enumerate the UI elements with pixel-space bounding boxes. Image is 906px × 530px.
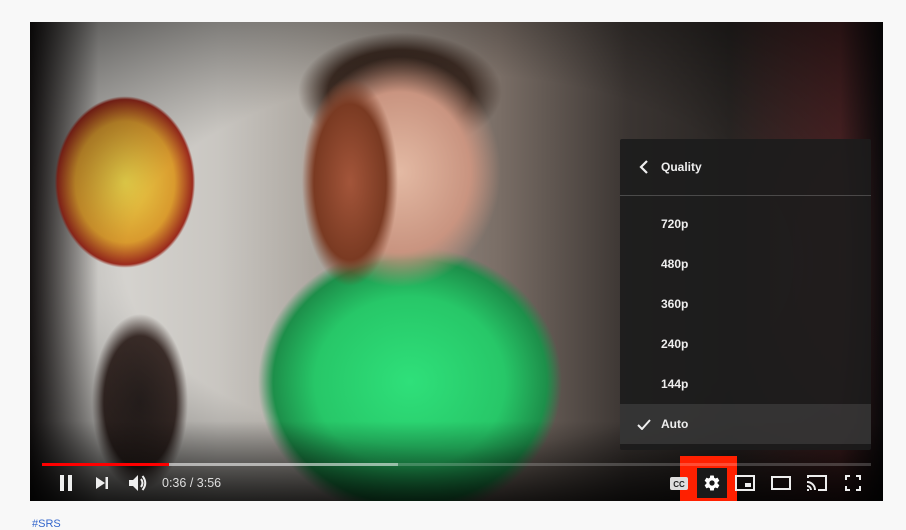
player-controls: 0:36 / 3:56 CC [30,465,883,501]
quality-option-240p[interactable]: 240p [620,324,871,364]
quality-option-label: 240p [661,337,689,351]
miniplayer-icon [735,475,755,491]
quality-options-list: 720p 480p 360p 240p 144p Auto [620,196,871,444]
fullscreen-icon [845,475,861,491]
duration: 3:56 [196,476,222,490]
quality-option-label: 144p [661,377,689,391]
quality-option-label: 720p [661,217,689,231]
fullscreen-button[interactable] [835,465,871,501]
pause-icon [60,475,72,491]
quality-option-480p[interactable]: 480p [620,244,871,284]
cast-icon [806,475,827,491]
quality-option-144p[interactable]: 144p [620,364,871,404]
video-player[interactable]: Quality 720p 480p 360p 240p 144p Auto 0:36 / … [30,22,883,501]
cc-icon: CC [670,476,688,490]
quality-option-720p[interactable]: 720p [620,204,871,244]
current-time: 0:36 [162,476,187,490]
miniplayer-button[interactable] [727,465,763,501]
next-button[interactable] [84,465,120,501]
quality-menu: Quality 720p 480p 360p 240p 144p Auto [620,139,871,450]
volume-button[interactable] [120,465,156,501]
theater-mode-button[interactable] [763,465,799,501]
quality-menu-title: Quality [661,160,702,174]
chevron-left-icon [620,160,661,174]
time-display: 0:36 / 3:56 [162,476,221,490]
quality-option-auto[interactable]: Auto [620,404,871,444]
quality-option-360p[interactable]: 360p [620,284,871,324]
volume-icon [129,475,147,491]
svg-text:CC: CC [673,480,685,489]
captions-button[interactable]: CC [661,465,697,501]
checkmark-icon [620,418,661,430]
cast-button[interactable] [799,465,835,501]
hashtag-link[interactable]: #SRS [32,518,61,530]
settings-button[interactable] [697,468,727,498]
next-icon [96,477,108,489]
quality-option-label: 480p [661,257,689,271]
theater-mode-icon [771,476,791,490]
time-separator: / [186,476,197,490]
quality-menu-back-button[interactable]: Quality [620,139,871,196]
quality-option-label: 360p [661,297,689,311]
pause-button[interactable] [48,465,84,501]
gear-icon [704,475,720,491]
quality-option-label: Auto [661,417,689,431]
